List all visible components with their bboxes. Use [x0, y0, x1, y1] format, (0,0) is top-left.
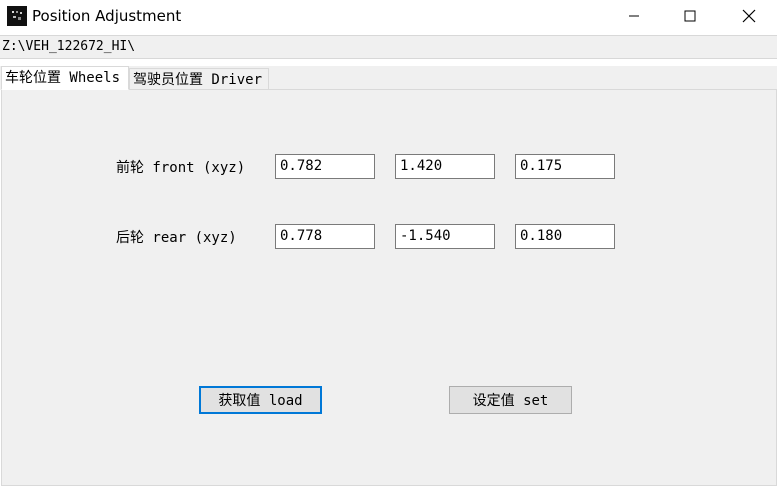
rear-y-field[interactable]: -1.540: [395, 224, 495, 249]
front-x-field[interactable]: 0.782: [275, 154, 375, 179]
path-bar: Z:\VEH_122672_HI\: [0, 35, 777, 59]
close-icon: [742, 9, 756, 23]
front-wheel-label: 前轮 front (xyz): [116, 160, 246, 176]
path-label: Z:\VEH_122672_HI\: [2, 39, 136, 54]
minimize-button[interactable]: [611, 0, 657, 32]
window-title: Position Adjustment: [32, 7, 182, 25]
front-z-field[interactable]: 0.175: [515, 154, 615, 179]
close-button[interactable]: [726, 0, 772, 32]
front-y-field[interactable]: 1.420: [395, 154, 495, 179]
maximize-button[interactable]: [667, 0, 713, 32]
tab-strip: 车轮位置 Wheels 驾驶员位置 Driver: [0, 66, 777, 90]
rear-z-field[interactable]: 0.180: [515, 224, 615, 249]
rear-x-field[interactable]: 0.778: [275, 224, 375, 249]
minimize-icon: [629, 15, 639, 17]
rear-wheel-label: 后轮 rear (xyz): [116, 230, 237, 246]
title-bar: Position Adjustment: [0, 0, 777, 34]
wheels-panel: 前轮 front (xyz) 0.782 1.420 0.175 后轮 rear…: [1, 89, 777, 486]
load-button[interactable]: 获取值 load: [199, 386, 322, 414]
maximize-icon: [684, 10, 696, 22]
tab-driver[interactable]: 驾驶员位置 Driver: [129, 68, 269, 90]
app-icon[interactable]: [7, 6, 27, 26]
tab-wheels[interactable]: 车轮位置 Wheels: [1, 66, 129, 90]
set-button[interactable]: 设定值 set: [449, 386, 572, 414]
